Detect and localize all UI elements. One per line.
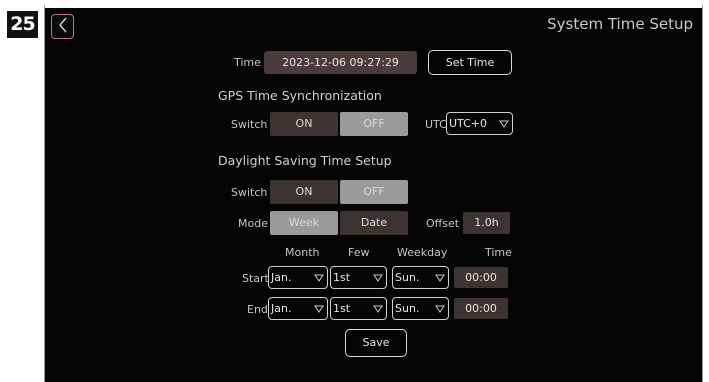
utc-offset-value: UTC+0 (449, 117, 488, 130)
dropdown-arrow-icon (372, 267, 383, 288)
end-weekday-value: Sun. (395, 302, 420, 315)
month-column-header: Month (285, 246, 320, 259)
current-time-display: 2023-12-06 09:27:29 (264, 51, 417, 74)
end-weekday-select[interactable]: Sun. (392, 297, 449, 320)
gps-sync-heading: GPS Time Synchronization (218, 88, 382, 103)
start-weekday-select[interactable]: Sun. (392, 266, 449, 289)
dropdown-arrow-icon (498, 113, 509, 134)
gps-switch-off-button[interactable]: OFF (340, 112, 408, 136)
dst-heading: Daylight Saving Time Setup (218, 153, 392, 168)
system-time-setup-screen: System Time Setup Time 2023-12-06 09:27:… (45, 8, 702, 382)
dst-switch-on-button[interactable]: ON (270, 180, 338, 204)
dropdown-arrow-icon (313, 298, 324, 319)
end-month-value: Jan. (271, 302, 292, 315)
end-row-label: End (247, 303, 268, 316)
few-column-header: Few (348, 246, 370, 259)
set-time-button[interactable]: Set Time (428, 50, 512, 75)
gps-switch-on-button[interactable]: ON (270, 112, 338, 136)
start-month-value: Jan. (271, 271, 292, 284)
end-few-value: 1st (333, 302, 351, 315)
end-time-box[interactable]: 00:00 (454, 298, 508, 319)
gps-switch-label: Switch (231, 118, 268, 131)
start-weekday-value: Sun. (395, 271, 420, 284)
dst-switch-label: Switch (231, 186, 268, 199)
dropdown-arrow-icon (434, 298, 445, 319)
start-row-label: Start (242, 272, 269, 285)
mode-label: Mode (238, 217, 268, 230)
back-button[interactable] (51, 14, 74, 39)
offset-value-box[interactable]: 1.0h (463, 212, 510, 234)
page-title: System Time Setup (547, 15, 693, 33)
dst-switch-off-button[interactable]: OFF (340, 180, 408, 204)
dropdown-arrow-icon (372, 298, 383, 319)
start-few-value: 1st (333, 271, 351, 284)
utc-offset-select[interactable]: UTC+0 (446, 112, 513, 135)
step-number-badge: 25 (7, 11, 38, 38)
mode-week-button[interactable]: Week (270, 211, 338, 235)
dropdown-arrow-icon (313, 267, 324, 288)
weekday-column-header: Weekday (397, 246, 448, 259)
utc-label: UTC (425, 118, 447, 131)
start-time-box[interactable]: 00:00 (454, 267, 508, 288)
offset-label: Offset (426, 217, 460, 230)
save-button[interactable]: Save (345, 329, 407, 357)
time-column-header: Time (485, 246, 512, 259)
chevron-left-icon (57, 16, 69, 38)
end-few-select[interactable]: 1st (330, 297, 387, 320)
start-month-select[interactable]: Jan. (268, 266, 328, 289)
start-few-select[interactable]: 1st (330, 266, 387, 289)
time-label: Time (234, 56, 261, 69)
end-month-select[interactable]: Jan. (268, 297, 328, 320)
mode-date-button[interactable]: Date (340, 211, 408, 235)
dropdown-arrow-icon (434, 267, 445, 288)
